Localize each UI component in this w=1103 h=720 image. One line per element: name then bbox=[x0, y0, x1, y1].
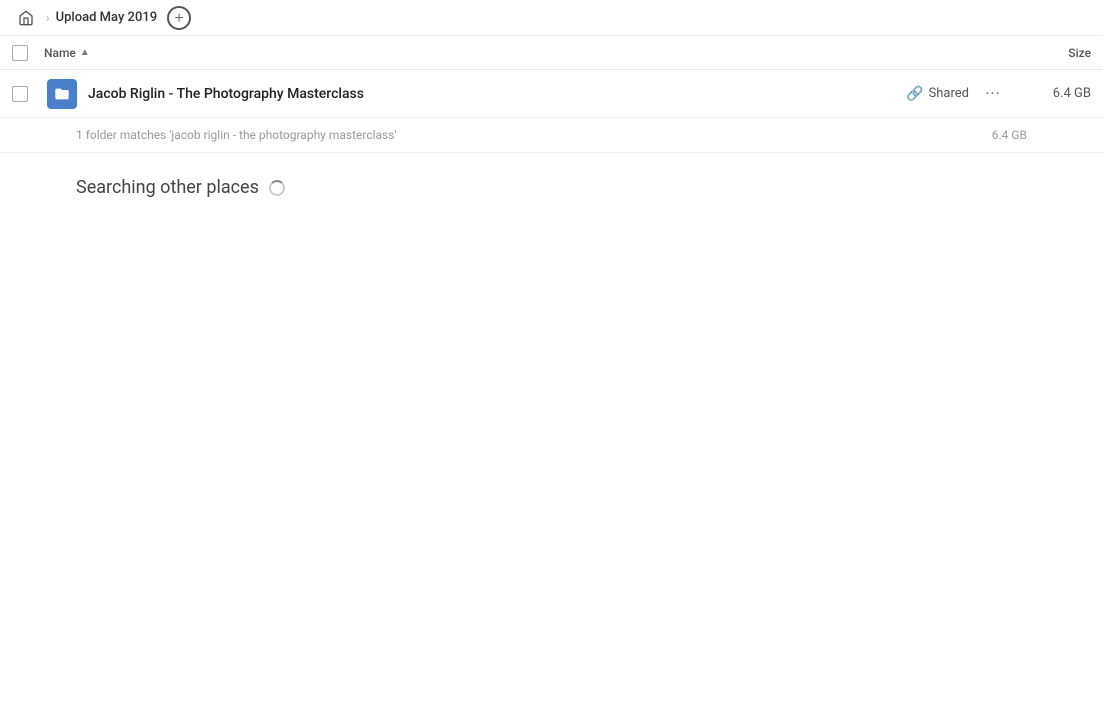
top-bar: › Upload May 2019 + bbox=[0, 0, 1103, 36]
search-info-text: 1 folder matches 'jacob riglin - the pho… bbox=[76, 128, 397, 142]
folder-icon bbox=[47, 79, 77, 109]
column-header: Name ▲ Size bbox=[0, 36, 1103, 70]
file-actions: 🔗 Shared ··· bbox=[906, 82, 1005, 106]
search-info-size: 6.4 GB bbox=[992, 128, 1027, 142]
file-name: Jacob Riglin - The Photography Mastercla… bbox=[88, 86, 906, 102]
loading-spinner bbox=[269, 180, 285, 196]
file-row[interactable]: Jacob Riglin - The Photography Mastercla… bbox=[0, 70, 1103, 118]
shared-label: Shared bbox=[929, 86, 969, 101]
header-checkbox[interactable] bbox=[12, 45, 44, 61]
column-name-header[interactable]: Name ▲ bbox=[44, 46, 1011, 60]
searching-label: Searching other places bbox=[76, 177, 259, 198]
shared-badge: 🔗 Shared bbox=[906, 86, 969, 102]
add-button[interactable]: + bbox=[167, 6, 191, 30]
more-options-button[interactable]: ··· bbox=[981, 82, 1005, 106]
column-size-label: Size bbox=[1068, 46, 1091, 60]
link-icon: 🔗 bbox=[906, 86, 923, 102]
file-size: 6.4 GB bbox=[1021, 86, 1091, 101]
row-checkbox-box bbox=[12, 86, 28, 102]
home-button[interactable] bbox=[12, 4, 40, 32]
file-checkbox[interactable] bbox=[12, 86, 44, 102]
breadcrumb-chevron: › bbox=[46, 11, 50, 25]
column-name-label: Name bbox=[44, 46, 76, 60]
search-info-row: 1 folder matches 'jacob riglin - the pho… bbox=[0, 118, 1103, 153]
column-size-header[interactable]: Size bbox=[1011, 46, 1091, 60]
breadcrumb-label: Upload May 2019 bbox=[56, 10, 158, 25]
file-icon-wrap bbox=[44, 79, 80, 109]
searching-section: Searching other places bbox=[0, 153, 1103, 222]
checkbox-box bbox=[12, 45, 28, 61]
sort-arrow-icon: ▲ bbox=[80, 47, 90, 58]
